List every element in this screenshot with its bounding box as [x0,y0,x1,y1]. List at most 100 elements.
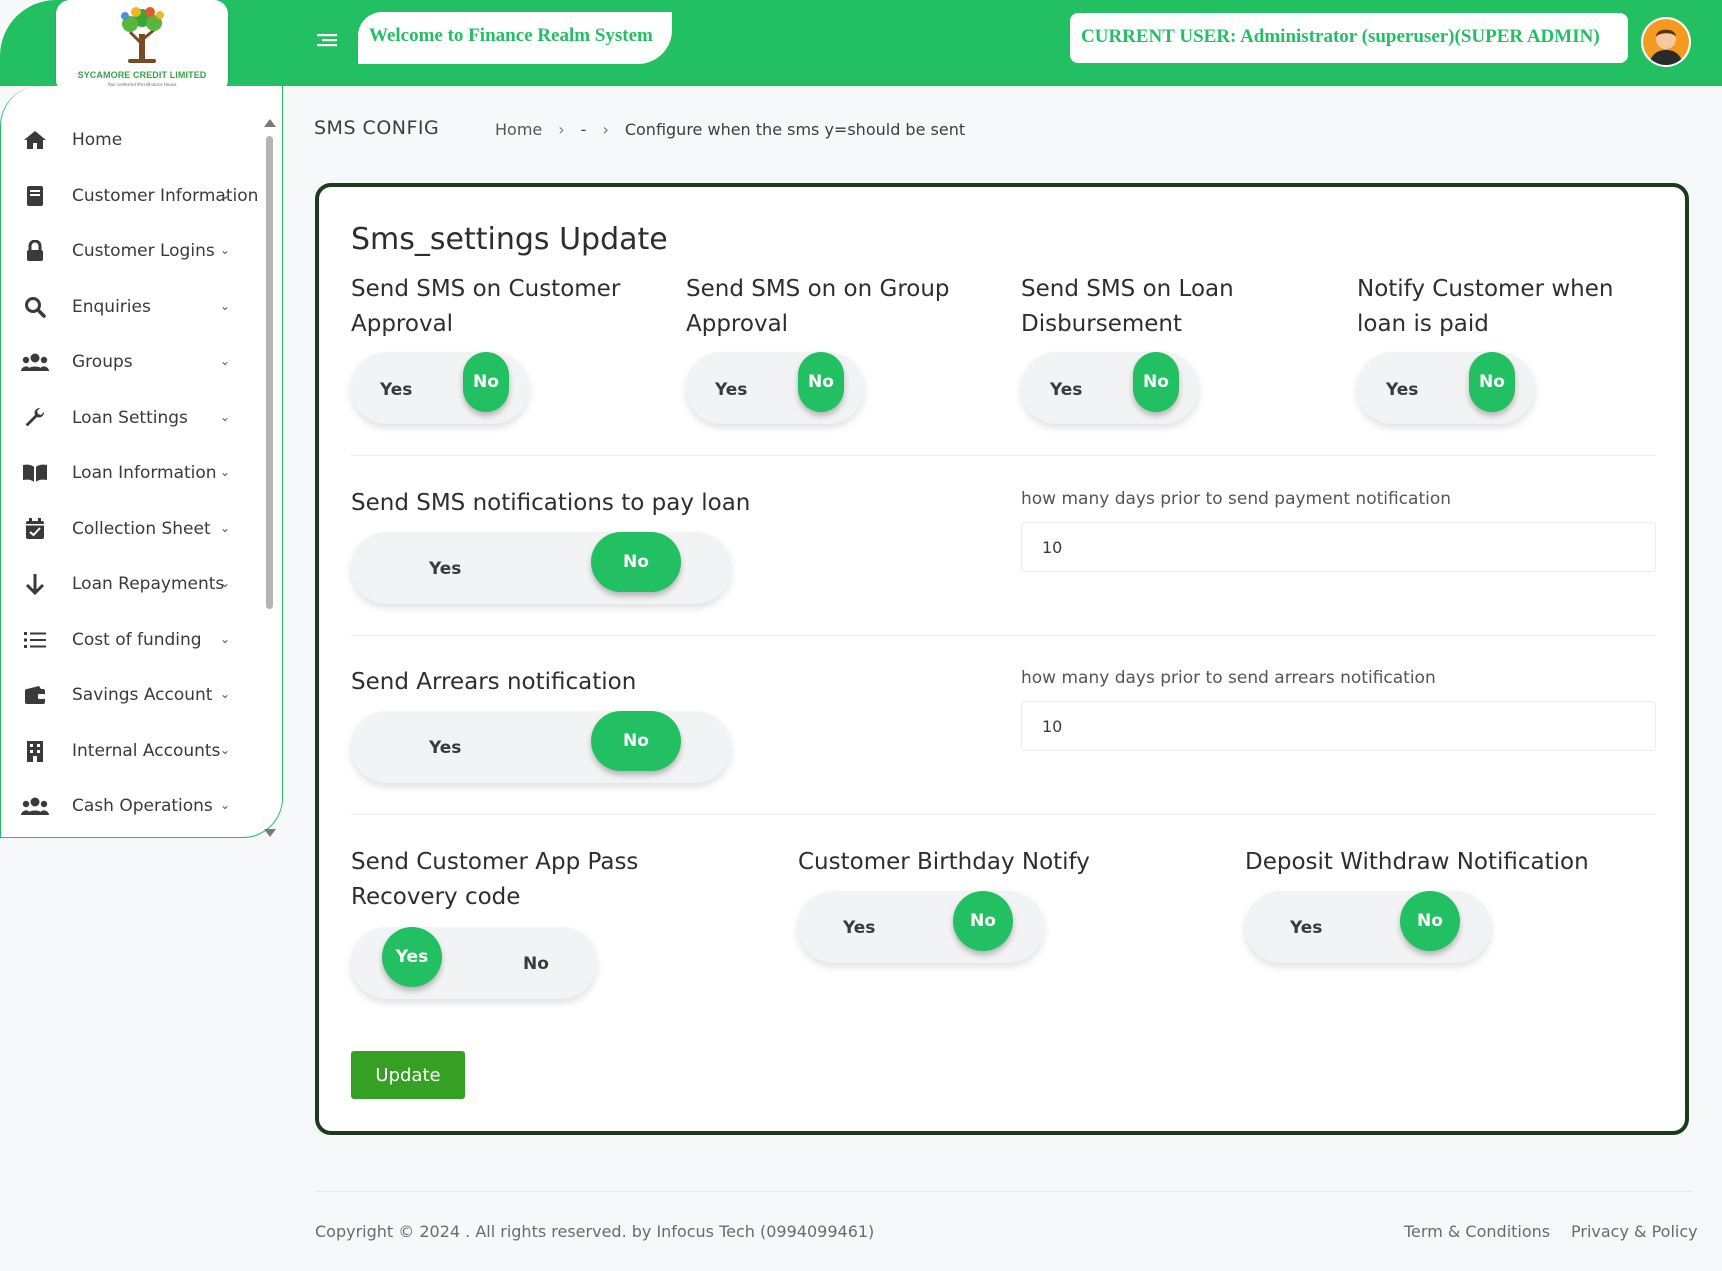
label-line: Send SMS on Customer [351,276,621,302]
chevron-down-icon: ⌄ [220,354,231,368]
sidebar-item-cash-operations[interactable]: Cash Operations ⌄ [20,786,262,826]
deposit-withdraw-toggle[interactable]: Yes No [1245,891,1491,963]
sidebar-item-internal-accounts[interactable]: Internal Accounts ⌄ [20,731,262,771]
app-pass-recovery-label: Send Customer App Pass Recovery code [351,845,638,915]
sidebar-item-label: Home [72,130,123,150]
breadcrumb-separator-icon: › [602,120,609,139]
pay-loan-toggle[interactable]: Yes No [351,532,731,604]
breadcrumb-current: Configure when the sms y=should be sent [624,120,966,139]
arrears-toggle[interactable]: Yes No [351,711,731,783]
toggle-no-knob[interactable]: No [798,352,844,412]
menu-toggle-icon[interactable] [316,31,340,53]
sidebar-item-loan-settings[interactable]: Loan Settings ⌄ [20,398,262,438]
loan-paid-label: Notify Customer when loan is paid [1357,272,1613,342]
privacy-link[interactable]: Privacy & Policy [1571,1222,1698,1241]
customer-approval-label: Send SMS on Customer Approval [351,272,620,342]
arrears-days-input[interactable] [1021,701,1656,751]
copyright-text: Copyright © 2024 . All rights reserved. … [315,1222,875,1241]
toggle-no-option[interactable]: No [523,954,549,974]
sidebar-item-loan-information[interactable]: Loan Information ⌄ [20,453,262,493]
sidebar-item-groups[interactable]: Groups ⌄ [20,342,262,382]
sidebar-scrollbar[interactable] [266,136,273,609]
sidebar-item-label: Savings Account [72,685,213,705]
chevron-down-icon: ⌄ [220,743,231,757]
sidebar-item-label: Customer Information [72,186,259,206]
footer-divider [315,1191,1693,1192]
user-avatar[interactable] [1641,17,1691,67]
birthday-notify-toggle[interactable]: Yes No [798,891,1044,963]
toggle-yes-option[interactable]: Yes [380,380,412,400]
chevron-down-icon: ⌄ [220,243,231,257]
wallet-icon [20,680,50,710]
toggle-yes-option[interactable]: Yes [843,918,875,938]
toggle-no-knob[interactable]: No [591,711,681,771]
update-button[interactable]: Update [351,1051,465,1099]
sidebar-item-label: Enquiries [72,297,151,317]
toggle-yes-option[interactable]: Yes [1050,380,1082,400]
chevron-down-icon: ⌄ [220,687,231,701]
scroll-up-arrow-icon[interactable] [264,119,276,127]
search-icon [20,292,50,322]
customer-approval-toggle[interactable]: Yes No [351,352,529,424]
toggle-no-knob[interactable]: No [463,352,509,412]
chevron-down-icon: ⌄ [220,299,231,313]
home-icon [20,125,50,155]
toggle-no-knob[interactable]: No [591,532,681,592]
list-icon [20,625,50,655]
sidebar-item-label: Cost of funding [72,630,202,650]
sidebar-item-label: Loan Settings [72,408,188,428]
label-line: Disbursement [1021,311,1182,337]
toggle-yes-option[interactable]: Yes [429,559,461,579]
avatar-icon [1643,19,1689,65]
sidebar-item-collection-sheet[interactable]: Collection Sheet ⌄ [20,509,262,549]
sidebar-item-label: Loan Repayments [72,574,225,594]
app-pass-recovery-toggle[interactable]: Yes No [351,927,597,999]
scroll-down-arrow-icon[interactable] [264,829,276,837]
loan-disbursement-label: Send SMS on Loan Disbursement [1021,272,1234,342]
breadcrumb-separator-icon: › [558,120,565,139]
loan-disbursement-toggle[interactable]: Yes No [1021,352,1199,424]
toggle-yes-option[interactable]: Yes [429,738,461,758]
company-logo[interactable]: SYCAMORE CREDIT LIMITED Your preferred M… [56,0,228,92]
toggle-yes-option[interactable]: Yes [715,380,747,400]
wrench-icon [20,403,50,433]
welcome-banner: Welcome to Finance Realm System [358,12,672,64]
toggle-yes-knob[interactable]: Yes [382,927,442,987]
sidebar-item-label: Groups [72,352,133,372]
sidebar-item-label: Loan Information [72,463,217,483]
sidebar-item-label: Internal Accounts [72,741,221,761]
payment-days-input[interactable] [1021,522,1656,572]
arrears-days-label: how many days prior to send arrears noti… [1021,668,1436,688]
toggle-no-knob[interactable]: No [1469,352,1515,412]
toggle-no-knob[interactable]: No [953,891,1013,951]
toggle-no-knob[interactable]: No [1400,891,1460,951]
section-divider [351,455,1656,456]
toggle-yes-option[interactable]: Yes [1290,918,1322,938]
label-line: Notify Customer when [1357,276,1614,302]
arrears-label: Send Arrears notification [351,669,637,695]
lock-icon [20,236,50,266]
toggle-yes-option[interactable]: Yes [1386,380,1418,400]
section-divider [351,814,1656,815]
form-title: Sms_settings Update [351,222,668,257]
sidebar-item-home[interactable]: Home [20,120,262,160]
sidebar-item-enquiries[interactable]: Enquiries ⌄ [20,287,262,327]
birthday-notify-label: Customer Birthday Notify [798,849,1090,875]
label-line: Approval [351,311,454,337]
users-icon [20,791,50,821]
loan-paid-toggle[interactable]: Yes No [1357,352,1535,424]
label-line: Send Customer App Pass [351,849,639,875]
group-approval-toggle[interactable]: Yes No [686,352,864,424]
terms-link[interactable]: Term & Conditions [1404,1222,1550,1241]
label-line: Recovery code [351,884,521,910]
sidebar-item-customer-logins[interactable]: Customer Logins ⌄ [20,231,262,271]
toggle-no-knob[interactable]: No [1133,352,1179,412]
sidebar-item-customer-information[interactable]: Customer Information ⌄ [20,176,262,216]
section-divider [351,635,1656,636]
sidebar-item-loan-repayments[interactable]: Loan Repayments ⌄ [20,564,262,604]
sidebar-item-cost-of-funding[interactable]: Cost of funding ⌄ [20,620,262,660]
sidebar-item-savings-account[interactable]: Savings Account ⌄ [20,675,262,715]
open-book-icon [20,458,50,488]
group-approval-label: Send SMS on on Group Approval [686,272,950,342]
breadcrumb-home-link[interactable]: Home [495,120,542,139]
